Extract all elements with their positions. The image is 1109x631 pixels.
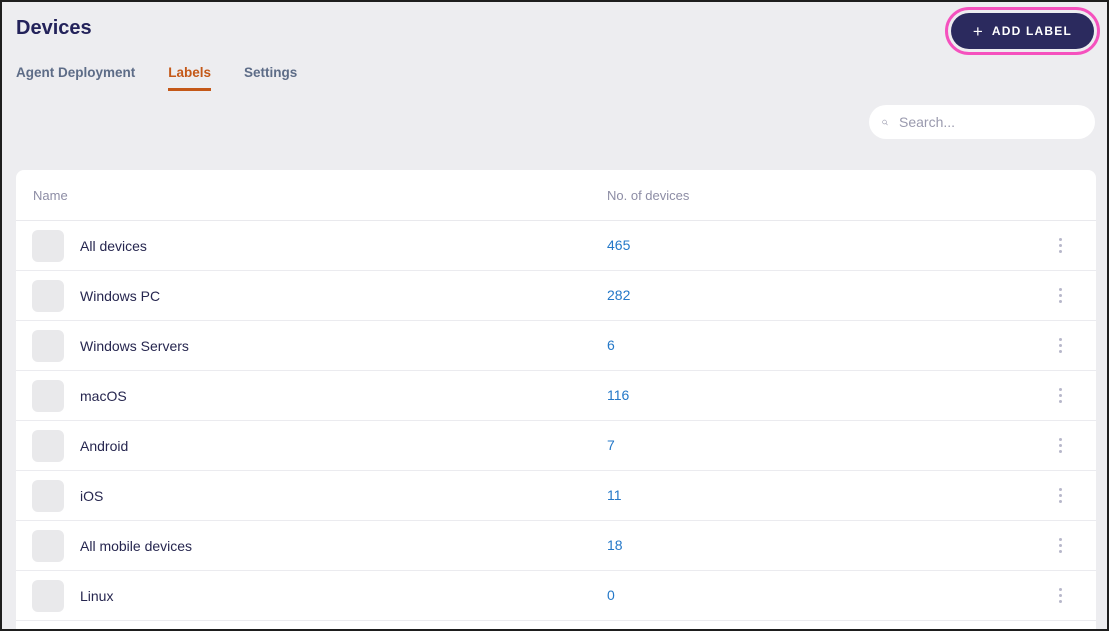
label-name: Android [80, 437, 129, 454]
label-name: Windows Servers [80, 337, 189, 354]
table-row[interactable]: Linux 0 [16, 571, 1096, 621]
device-count-link[interactable]: 18 [607, 537, 623, 553]
labels-table: Name No. of devices All devices 465 Wind… [16, 170, 1096, 629]
label-color-swatch [32, 529, 64, 562]
label-color-swatch [32, 479, 64, 512]
label-color-swatch [32, 379, 64, 412]
row-actions-kebab-icon[interactable] [1055, 484, 1066, 507]
device-count-link[interactable]: 465 [607, 237, 630, 253]
column-header-no-of-devices: No. of devices [607, 187, 690, 203]
table-row[interactable]: iOS 11 [16, 471, 1096, 521]
table-row[interactable]: All mobile devices 18 [16, 521, 1096, 571]
label-color-swatch [32, 279, 64, 312]
device-count-link[interactable]: 6 [607, 337, 615, 353]
devices-page: Devices + ADD LABEL Agent Deployment Lab… [0, 0, 1109, 631]
row-actions-kebab-icon[interactable] [1055, 284, 1066, 307]
row-actions-kebab-icon[interactable] [1055, 434, 1066, 457]
row-actions-kebab-icon[interactable] [1055, 584, 1066, 607]
label-name: iOS [80, 487, 104, 504]
add-label-annotation-ring: + ADD LABEL [944, 7, 1100, 55]
tab-labels[interactable]: Labels [168, 65, 212, 91]
table-row[interactable]: Android 7 [16, 421, 1096, 471]
column-header-name: Name [33, 187, 68, 203]
label-name: macOS [80, 387, 127, 404]
row-actions-kebab-icon[interactable] [1055, 234, 1066, 257]
label-color-swatch [32, 429, 64, 462]
table-header-row: Name No. of devices [16, 170, 1096, 221]
add-label-button-label: ADD LABEL [991, 24, 1072, 38]
search-box[interactable] [869, 105, 1095, 139]
label-color-swatch [32, 579, 64, 612]
row-actions-kebab-icon[interactable] [1055, 534, 1066, 557]
table-row[interactable]: Windows PC 282 [16, 271, 1096, 321]
add-label-button[interactable]: + ADD LABEL [950, 13, 1094, 49]
tab-settings[interactable]: Settings [244, 65, 297, 91]
row-actions-kebab-icon[interactable] [1055, 384, 1066, 407]
table-row[interactable]: macOS 116 [16, 371, 1096, 421]
plus-icon: + [972, 21, 983, 41]
tab-agent-deployment[interactable]: Agent Deployment [16, 65, 135, 91]
page-title: Devices [16, 17, 92, 39]
table-row[interactable]: All devices 465 [16, 221, 1096, 271]
label-color-swatch [32, 229, 64, 262]
device-count-link[interactable]: 7 [607, 437, 615, 453]
label-name: All devices [80, 237, 147, 254]
device-count-link[interactable]: 116 [607, 387, 629, 403]
label-name: Windows PC [80, 287, 161, 304]
device-count-link[interactable]: 0 [607, 587, 615, 603]
device-count-link[interactable]: 282 [607, 287, 630, 303]
search-icon [882, 119, 888, 125]
label-name: All mobile devices [80, 537, 193, 554]
row-actions-kebab-icon[interactable] [1055, 334, 1066, 357]
label-name: Linux [80, 587, 114, 604]
search-input[interactable] [897, 113, 1082, 131]
device-count-link[interactable]: 11 [607, 487, 622, 503]
label-color-swatch [32, 329, 64, 362]
table-row[interactable]: Windows Servers 6 [16, 321, 1096, 371]
tab-bar: Agent Deployment Labels Settings [16, 65, 297, 91]
